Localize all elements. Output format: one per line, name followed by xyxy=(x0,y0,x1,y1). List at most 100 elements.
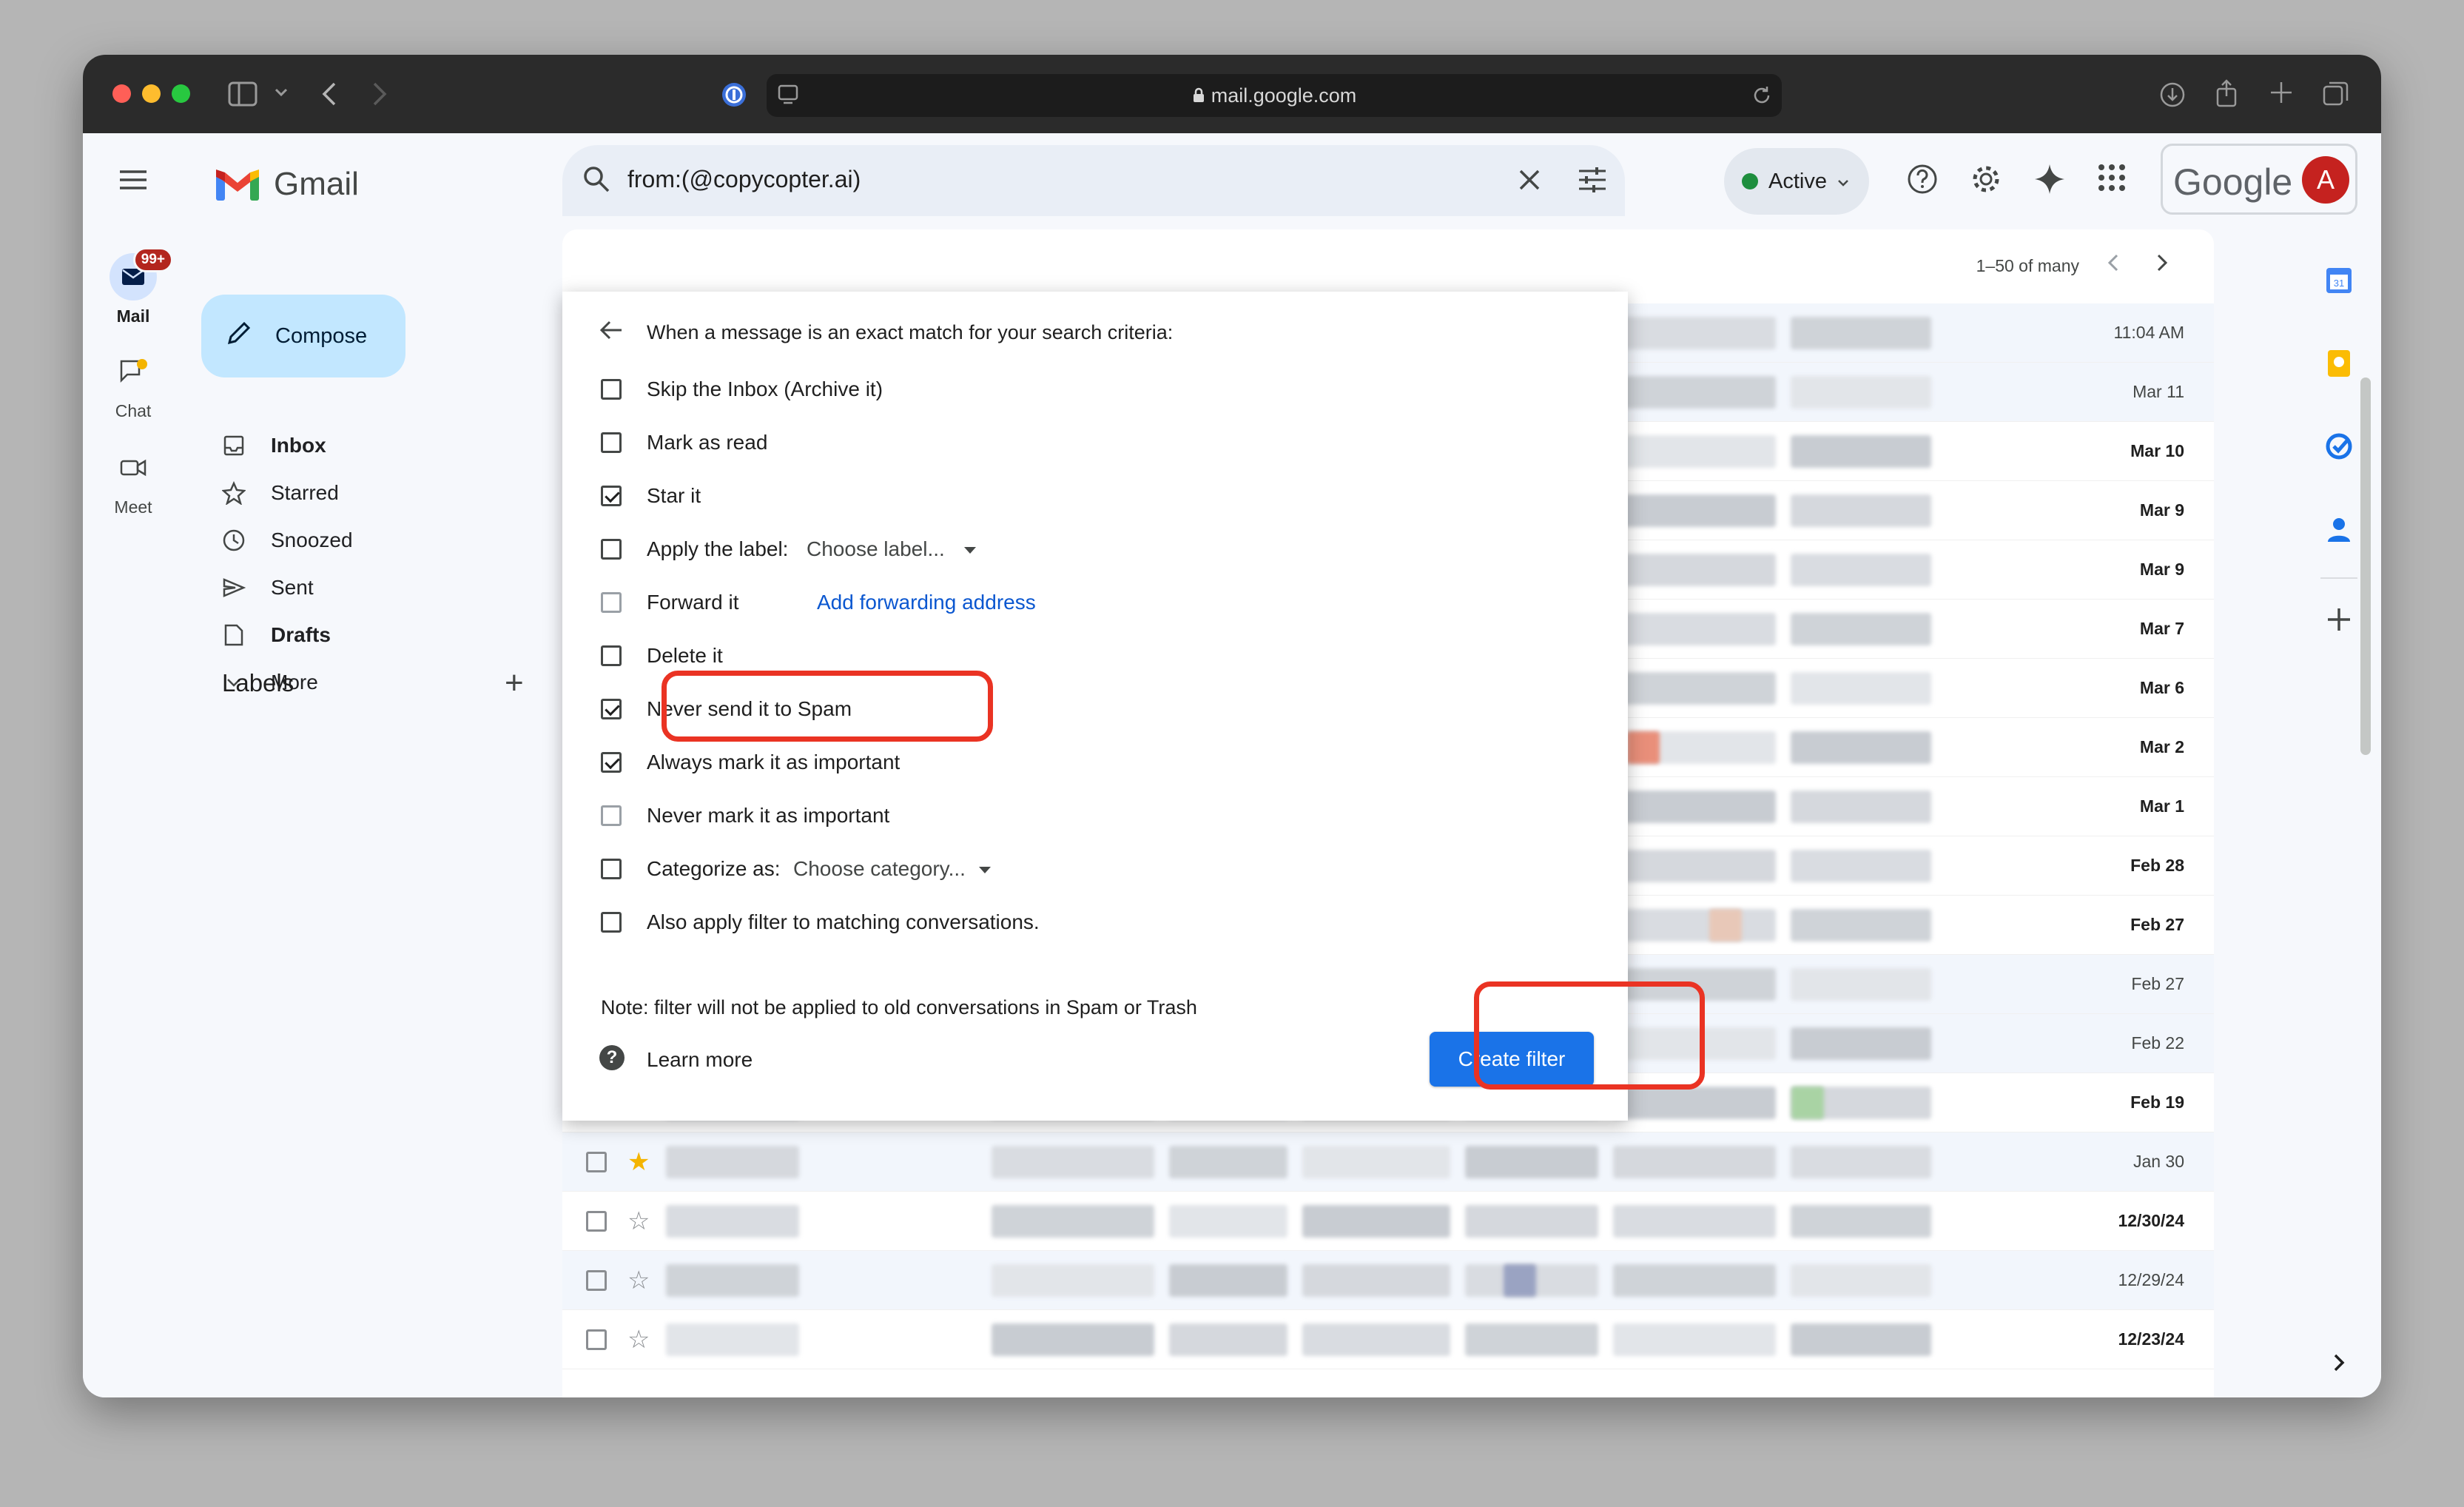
never-important-checkbox[interactable] xyxy=(601,805,622,826)
nav-label: Starred xyxy=(271,481,339,504)
delete-checkbox[interactable] xyxy=(601,645,622,666)
never-spam-checkbox[interactable] xyxy=(601,699,622,719)
apply-matching-checkbox[interactable] xyxy=(601,912,622,933)
tasks-icon[interactable] xyxy=(2320,428,2357,465)
back-arrow-icon[interactable] xyxy=(598,317,625,349)
redacted-text xyxy=(666,1323,799,1356)
search-icon[interactable] xyxy=(582,164,611,198)
close-window-button[interactable] xyxy=(112,84,131,103)
sidebar-toggle-icon[interactable] xyxy=(228,81,257,107)
avatar[interactable]: A xyxy=(2302,156,2349,204)
compose-button[interactable]: Compose xyxy=(201,295,405,377)
table-row[interactable]: ★ Jan 30 xyxy=(562,1132,2214,1192)
learn-more-link[interactable]: ? Learn more xyxy=(598,1039,894,1084)
option-forward[interactable]: Forward it Add forwarding address xyxy=(598,582,1560,626)
star-icon[interactable]: ☆ xyxy=(627,1206,650,1236)
pagination-label: 1–50 of many xyxy=(1976,256,2079,275)
filter-note: Note: filter will not be applied to old … xyxy=(601,996,1197,1018)
star-it-checkbox[interactable] xyxy=(601,486,622,506)
clear-search-icon[interactable] xyxy=(1517,167,1542,196)
account-switcher[interactable]: Google A xyxy=(2161,144,2357,215)
add-forwarding-address-link[interactable]: Add forwarding address xyxy=(817,591,1036,614)
reload-icon[interactable] xyxy=(1751,84,1773,107)
row-checkbox[interactable] xyxy=(586,1152,607,1172)
redacted-text xyxy=(1791,791,1931,823)
status-dropdown[interactable]: Active xyxy=(1724,148,1869,215)
password-manager-icon[interactable] xyxy=(721,81,747,108)
star-icon[interactable]: ☆ xyxy=(627,1325,650,1355)
option-always-important[interactable]: Always mark it as important xyxy=(598,742,1560,786)
categorize-checkbox[interactable] xyxy=(601,859,622,879)
download-icon[interactable] xyxy=(2159,81,2186,108)
option-star-it[interactable]: Star it xyxy=(598,475,1560,520)
calendar-icon[interactable]: 31 xyxy=(2320,262,2357,299)
row-checkbox[interactable] xyxy=(586,1270,607,1291)
rail-chat[interactable]: Chat xyxy=(83,348,184,421)
redacted-text xyxy=(1169,1146,1287,1178)
table-row[interactable]: ☆ 12/30/24 xyxy=(562,1192,2214,1251)
gemini-sparkle-icon[interactable] xyxy=(2033,163,2066,199)
option-categorize[interactable]: Categorize as: Choose category... xyxy=(598,848,1560,893)
keep-icon[interactable] xyxy=(2320,345,2357,382)
gmail-app: 99+ Mail Chat Meet Gmail Compose Inbox S… xyxy=(83,133,2381,1397)
forward-icon[interactable] xyxy=(371,81,388,107)
send-icon xyxy=(219,577,249,598)
redacted-text xyxy=(1791,1264,1931,1297)
list-scrollbar[interactable] xyxy=(2360,377,2371,755)
main-menu-icon[interactable] xyxy=(118,169,148,195)
skip-inbox-checkbox[interactable] xyxy=(601,379,622,400)
option-apply-matching[interactable]: Also apply filter to matching conversati… xyxy=(598,902,1560,946)
option-label: Categorize as: xyxy=(647,857,781,880)
rail-meet[interactable]: Meet xyxy=(83,444,184,517)
option-label: Forward it xyxy=(647,591,739,614)
get-addons-icon[interactable] xyxy=(2320,601,2357,638)
back-icon[interactable] xyxy=(321,81,337,107)
redacted-text xyxy=(992,1146,1154,1178)
create-label-icon[interactable]: + xyxy=(505,665,524,702)
chevron-down-icon[interactable] xyxy=(274,87,289,98)
address-bar[interactable]: mail.google.com xyxy=(767,74,1782,117)
option-skip-inbox[interactable]: Skip the Inbox (Archive it) xyxy=(598,369,1560,413)
dropdown-arrow-icon xyxy=(963,547,976,554)
apply-label-checkbox[interactable] xyxy=(601,539,622,560)
svg-text:31: 31 xyxy=(2334,278,2344,289)
row-date: 12/30/24 xyxy=(2118,1211,2184,1230)
label-select[interactable]: Choose label... xyxy=(807,537,976,561)
search-bar[interactable]: from:(@copycopter.ai) xyxy=(562,145,1625,216)
newer-page-icon[interactable] xyxy=(2155,252,2170,281)
row-checkbox[interactable] xyxy=(586,1211,607,1232)
option-mark-read[interactable]: Mark as read xyxy=(598,422,1560,466)
always-important-checkbox[interactable] xyxy=(601,752,622,773)
search-options-icon[interactable] xyxy=(1578,166,1607,198)
option-never-important[interactable]: Never mark it as important xyxy=(598,795,1560,839)
star-icon[interactable]: ★ xyxy=(627,1147,650,1177)
labels-heading: Labels xyxy=(222,669,294,697)
tab-overview-icon[interactable] xyxy=(2322,80,2350,108)
row-checkbox[interactable] xyxy=(586,1329,607,1350)
redacted-text xyxy=(1169,1323,1287,1356)
redacted-text xyxy=(992,1205,1154,1238)
star-icon[interactable]: ☆ xyxy=(627,1266,650,1295)
new-tab-icon[interactable] xyxy=(2269,80,2294,105)
nav-label: Inbox xyxy=(271,434,326,457)
redacted-text xyxy=(666,1264,799,1297)
redacted-text xyxy=(1302,1323,1450,1356)
rail-mail[interactable]: 99+ Mail xyxy=(83,247,184,326)
table-row[interactable]: ☆ 12/29/24 xyxy=(562,1251,2214,1310)
older-page-icon[interactable] xyxy=(2106,252,2121,281)
help-icon[interactable] xyxy=(1906,163,1939,199)
settings-gear-icon[interactable] xyxy=(1970,163,2002,199)
forward-checkbox[interactable] xyxy=(601,592,622,613)
minimize-window-button[interactable] xyxy=(142,84,161,103)
gmail-logo[interactable]: Gmail xyxy=(215,166,359,203)
search-input[interactable]: from:(@copycopter.ai) xyxy=(627,166,861,193)
mark-read-checkbox[interactable] xyxy=(601,432,622,453)
contacts-icon[interactable] xyxy=(2320,511,2357,548)
expand-panel-icon[interactable] xyxy=(2320,1344,2357,1381)
option-apply-label[interactable]: Apply the label: Choose label... xyxy=(598,528,1560,573)
category-select[interactable]: Choose category... xyxy=(793,857,991,881)
zoom-window-button[interactable] xyxy=(172,84,190,103)
share-icon[interactable] xyxy=(2214,78,2239,108)
apps-grid-icon[interactable] xyxy=(2097,163,2127,196)
table-row[interactable]: ☆ 12/23/24 xyxy=(562,1310,2214,1369)
